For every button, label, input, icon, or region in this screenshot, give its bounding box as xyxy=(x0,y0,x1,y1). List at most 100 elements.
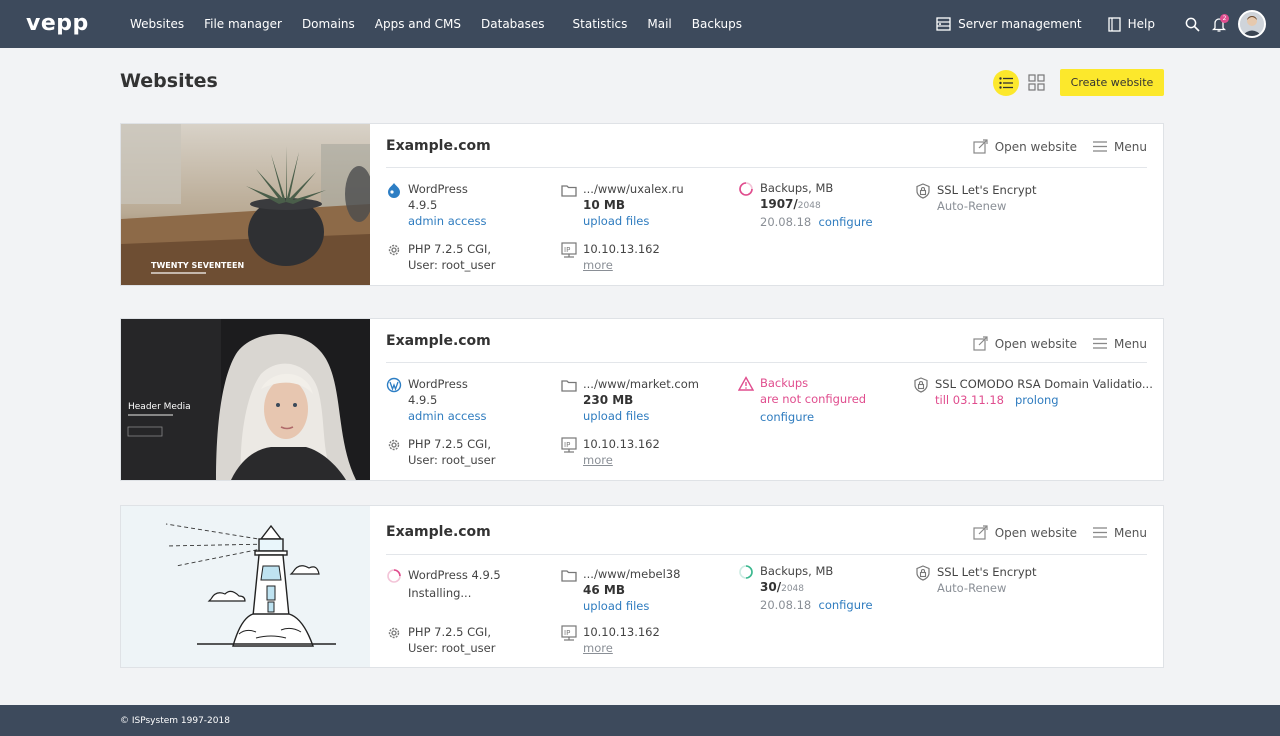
ssl-info: SSL Let's Encrypt Auto-Renew xyxy=(915,182,1036,214)
site-path: .../www/mebel38 xyxy=(583,567,681,581)
logo[interactable]: vepp xyxy=(26,11,89,36)
menu-button[interactable]: Menu xyxy=(1093,526,1147,540)
site-name[interactable]: Example.com xyxy=(386,333,491,349)
help-button[interactable]: Help xyxy=(1107,16,1155,32)
open-website-button[interactable]: Open website xyxy=(973,139,1077,154)
cms-info: WordPress 4.9.5 Installing... xyxy=(386,567,501,601)
backups-configure-link[interactable]: configure xyxy=(819,215,873,229)
nav-menu: Websites File manager Domains Apps and C… xyxy=(120,0,752,48)
site-size: 230 MB xyxy=(583,393,634,407)
server-management-button[interactable]: Server management xyxy=(936,17,1082,31)
external-link-icon xyxy=(973,525,988,540)
nav-right: Server management Help 2 xyxy=(910,0,1266,48)
notification-badge: 2 xyxy=(1220,13,1229,23)
backups-info: Backups, MB 30/2048 20.08.18 configure xyxy=(738,563,873,613)
list-view-toggle[interactable] xyxy=(993,70,1019,96)
folder-icon xyxy=(561,185,577,197)
shield-lock-icon xyxy=(916,565,930,581)
lighthouse-thumbnail-image xyxy=(121,506,370,667)
website-card: Example.com Open website Menu WordPress … xyxy=(120,505,1164,668)
open-website-label: Open website xyxy=(994,336,1078,351)
hamburger-icon xyxy=(1093,338,1108,349)
plant-thumbnail-image: TWENTY SEVENTEEN xyxy=(121,124,370,285)
external-link-icon xyxy=(973,139,988,154)
upload-files-link[interactable]: upload files xyxy=(583,408,699,424)
thumbnail-title: TWENTY SEVENTEEN xyxy=(151,261,244,270)
ssl-prolong-link[interactable]: prolong xyxy=(1015,393,1059,407)
nav-item-apps-and-cms[interactable]: Apps and CMS xyxy=(365,17,471,31)
backups-configure-link[interactable]: configure xyxy=(819,598,873,612)
ip-icon: IP xyxy=(561,625,577,641)
nav-item-statistics[interactable]: Statistics xyxy=(563,17,638,31)
ssl-name: SSL COMODO RSA Domain Validatio... xyxy=(935,377,1153,391)
website-thumbnail[interactable] xyxy=(121,506,370,667)
backups-label: Backups, MB xyxy=(760,181,834,195)
more-link[interactable]: more xyxy=(583,257,660,273)
cms-name: WordPress 4.9.5 xyxy=(408,568,501,582)
ssl-name: SSL Let's Encrypt xyxy=(937,183,1037,197)
more-link[interactable]: more xyxy=(583,452,660,468)
menu-button[interactable]: Menu xyxy=(1093,140,1147,154)
wordpress-icon xyxy=(386,377,402,393)
user-avatar[interactable] xyxy=(1238,10,1266,38)
site-path: .../www/uxalex.ru xyxy=(583,182,684,196)
backups-date: 20.08.18 xyxy=(760,215,812,229)
page-title: Websites xyxy=(120,70,218,92)
admin-access-link[interactable]: admin access xyxy=(408,213,486,229)
card-actions: Open website Menu xyxy=(957,139,1147,154)
ip-info: IP 10.10.13.162 more xyxy=(561,436,660,468)
ip-address: 10.10.13.162 xyxy=(583,625,660,639)
backups-label: Backups, MB xyxy=(760,564,834,578)
admin-access-link[interactable]: admin access xyxy=(408,408,486,424)
nav-item-backups[interactable]: Backups xyxy=(682,17,752,31)
open-website-button[interactable]: Open website xyxy=(973,525,1077,540)
hamburger-icon xyxy=(1093,141,1108,152)
help-label: Help xyxy=(1127,17,1155,31)
open-website-label: Open website xyxy=(994,139,1078,154)
open-website-label: Open website xyxy=(994,525,1078,540)
site-path: .../www/market.com xyxy=(583,377,699,391)
grid-view-toggle[interactable] xyxy=(1028,74,1046,92)
divider xyxy=(386,167,1147,168)
server-icon xyxy=(936,17,951,31)
open-website-button[interactable]: Open website xyxy=(973,336,1077,351)
nav-item-mail[interactable]: Mail xyxy=(637,17,681,31)
menu-button[interactable]: Menu xyxy=(1093,337,1147,351)
backups-used: 30/ xyxy=(760,580,782,594)
drupal-icon xyxy=(388,183,400,198)
svg-text:IP: IP xyxy=(564,629,570,637)
card-body: Example.com Open website Menu WordPress … xyxy=(386,124,1147,285)
php-info: PHP 7.2.5 CGI, User: root_user xyxy=(386,436,495,468)
backup-progress-icon xyxy=(739,182,753,196)
site-name[interactable]: Example.com xyxy=(386,138,491,154)
ssl-name: SSL Let's Encrypt xyxy=(937,565,1037,579)
more-link[interactable]: more xyxy=(583,640,660,656)
nav-item-domains[interactable]: Domains xyxy=(292,17,365,31)
shield-lock-icon xyxy=(914,377,928,393)
nav-item-databases[interactable]: Databases xyxy=(471,17,555,31)
upload-files-link[interactable]: upload files xyxy=(583,598,680,614)
card-actions: Open website Menu xyxy=(957,525,1147,540)
book-icon xyxy=(1107,16,1121,32)
ip-address: 10.10.13.162 xyxy=(583,242,660,256)
svg-text:IP: IP xyxy=(564,246,570,254)
upload-files-link[interactable]: upload files xyxy=(583,213,684,229)
site-name[interactable]: Example.com xyxy=(386,524,491,540)
website-thumbnail[interactable]: TWENTY SEVENTEEN xyxy=(121,124,370,285)
nav-item-file-manager[interactable]: File manager xyxy=(194,17,292,31)
cms-version: 4.9.5 xyxy=(408,198,438,212)
php-info: PHP 7.2.5 CGI, User: root_user xyxy=(386,624,495,656)
website-thumbnail[interactable]: Header Media xyxy=(121,319,370,480)
divider xyxy=(386,362,1147,363)
create-website-button[interactable]: Create website xyxy=(1060,69,1164,96)
ssl-info: SSL COMODO RSA Domain Validatio... till … xyxy=(913,376,1153,408)
backups-configure-link[interactable]: configure xyxy=(760,409,866,425)
cms-name: WordPress xyxy=(408,377,468,391)
nav-item-websites[interactable]: Websites xyxy=(120,17,194,31)
ip-icon: IP xyxy=(561,437,577,453)
backups-date: 20.08.18 xyxy=(760,598,812,612)
files-info: .../www/market.com 230 MB upload files xyxy=(561,376,699,424)
notifications-button[interactable]: 2 xyxy=(1212,13,1229,32)
search-button[interactable] xyxy=(1185,17,1200,32)
hamburger-icon xyxy=(1093,527,1108,538)
